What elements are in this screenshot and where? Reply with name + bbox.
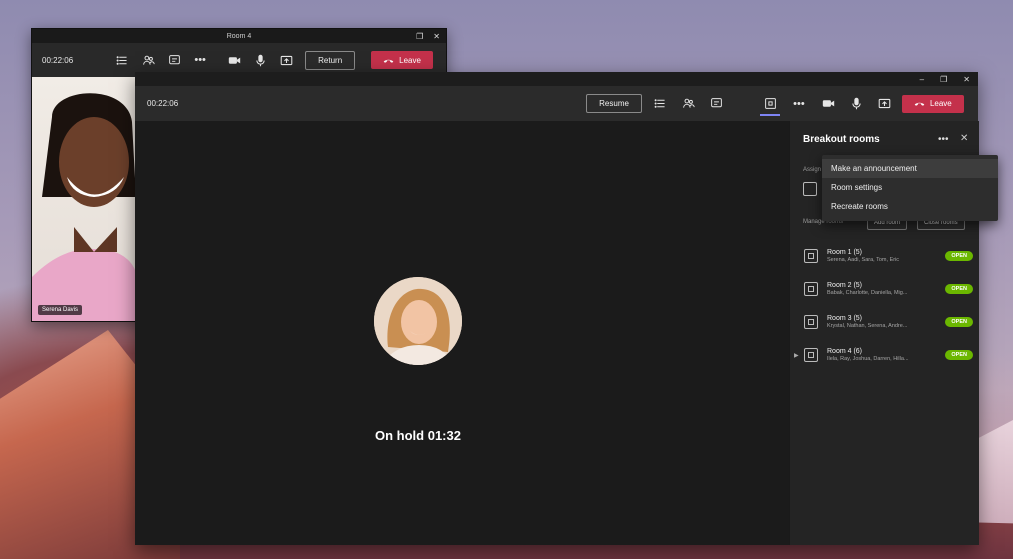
main-meeting-window: – ❐ ✕ 00:22:06 Resume ••• Leave On hold …: [135, 72, 979, 545]
close-icon[interactable]: ✕: [963, 75, 970, 84]
leave-label: Leave: [399, 55, 421, 65]
minimize-icon[interactable]: –: [920, 75, 924, 84]
panel-title: Breakout rooms: [803, 134, 880, 145]
main-toolbar: 00:22:06 Resume ••• Leave: [135, 86, 978, 121]
room-name: Room 4 (6): [827, 348, 863, 355]
room-status-badge: OPEN: [945, 284, 973, 294]
maximize-icon[interactable]: ❐: [940, 75, 947, 84]
more-options-icon[interactable]: •••: [191, 51, 209, 69]
room-row-2[interactable]: Room 2 (5) Babak, Charlotte, Daniella, M…: [798, 276, 973, 302]
on-hold-status: On hold 01:32: [375, 428, 461, 443]
participant-video: Serena Davis: [32, 77, 136, 321]
meeting-timer: 00:22:06: [42, 55, 74, 65]
room-status-badge: OPEN: [945, 350, 973, 360]
breakout-more-menu: Make an announcement Room settings Recre…: [822, 155, 998, 221]
share-screen-icon[interactable]: [876, 95, 894, 113]
more-options-icon[interactable]: •••: [790, 95, 808, 113]
participants-icon[interactable]: [680, 95, 698, 113]
participants-icon[interactable]: [139, 51, 157, 69]
main-titlebar: – ❐ ✕: [135, 72, 978, 86]
menu-item-make-announcement[interactable]: Make an announcement: [822, 159, 998, 178]
panel-more-icon[interactable]: •••: [938, 134, 949, 145]
room-members: Serena, Aadi, Sara, Tom, Eric: [827, 257, 900, 263]
microphone-icon[interactable]: [848, 95, 866, 113]
chat-icon[interactable]: [165, 51, 183, 69]
breakout-rooms-icon[interactable]: [762, 95, 780, 113]
menu-item-recreate-rooms[interactable]: Recreate rooms: [822, 197, 998, 216]
maximize-icon[interactable]: ❐: [416, 32, 423, 41]
chat-icon[interactable]: [708, 95, 726, 113]
assign-label: Assign: [803, 167, 822, 173]
on-hold-avatar: [374, 277, 462, 365]
breakout-active-indicator: [760, 114, 780, 116]
room-row-4[interactable]: ▶ Room 4 (6) Ilela, Ray, Joshua, Darren,…: [794, 342, 973, 368]
leave-button-small[interactable]: Leave: [371, 51, 433, 69]
room-members: Babak, Charlotte, Daniella, Mig...: [827, 290, 908, 296]
close-icon[interactable]: ✕: [433, 32, 440, 41]
share-screen-icon[interactable]: [277, 51, 295, 69]
room-icon: [804, 348, 818, 362]
meeting-stage: On hold 01:32: [135, 121, 789, 545]
room-icon: [804, 249, 818, 263]
return-button[interactable]: Return: [305, 50, 356, 70]
room-row-3[interactable]: Room 3 (5) Krystal, Nathan, Serena, Andr…: [798, 309, 973, 335]
microphone-icon[interactable]: [251, 51, 269, 69]
room-icon: [804, 282, 818, 296]
room-status-badge: OPEN: [945, 317, 973, 327]
camera-icon[interactable]: [225, 51, 243, 69]
room-row-1[interactable]: Room 1 (5) Serena, Aadi, Sara, Tom, Eric…: [798, 243, 973, 269]
room-name: Room 1 (5): [827, 249, 863, 256]
assign-icon[interactable]: [803, 182, 817, 196]
room4-window-title: Room 4: [226, 32, 252, 40]
room-status-badge: OPEN: [945, 251, 973, 261]
hang-up-icon: [383, 59, 394, 63]
room-name: Room 3 (5): [827, 315, 863, 322]
room-members: Krystal, Nathan, Serena, Andre...: [827, 323, 908, 329]
chat-list-icon[interactable]: [113, 51, 131, 69]
menu-item-room-settings[interactable]: Room settings: [822, 178, 998, 197]
chat-list-icon[interactable]: [652, 95, 670, 113]
panel-close-icon[interactable]: ✕: [960, 133, 968, 144]
expand-chevron-icon[interactable]: ▶: [794, 352, 799, 359]
room4-titlebar: Room 4 ❐ ✕: [32, 29, 446, 43]
leave-button-main[interactable]: Leave: [901, 94, 964, 113]
resume-button[interactable]: Resume: [586, 94, 642, 113]
participant-portrait: [32, 93, 136, 321]
meeting-timer: 00:22:06: [147, 99, 179, 108]
room-icon: [804, 315, 818, 329]
leave-label: Leave: [929, 99, 952, 108]
room-members: Ilela, Ray, Joshua, Darren, Hilla...: [827, 356, 909, 362]
room-name: Room 2 (5): [827, 282, 863, 289]
hang-up-icon: [914, 102, 925, 106]
camera-icon[interactable]: [820, 95, 838, 113]
participant-name-tag: Serena Davis: [38, 305, 83, 315]
